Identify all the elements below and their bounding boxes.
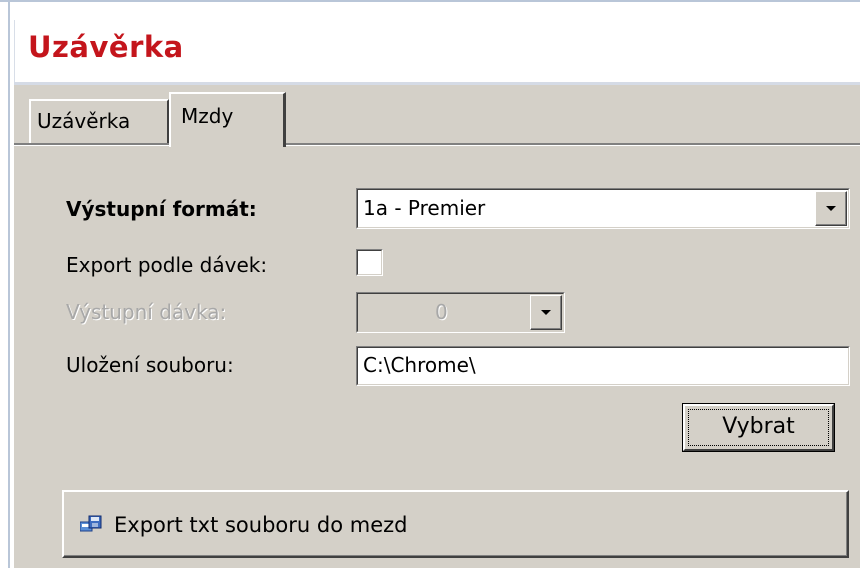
output-batch-value: 0 [435, 300, 448, 324]
output-batch-dropdown-button[interactable] [530, 295, 562, 330]
select-button[interactable]: Vybrat [682, 403, 835, 452]
window-frame: Uzávěrka Uzávěrka Mzdy Výstupní formát: … [0, 0, 860, 568]
output-format-label: Výstupní formát: [66, 197, 257, 221]
page-title: Uzávěrka [28, 30, 184, 64]
output-format-dropdown-button[interactable] [815, 191, 847, 226]
output-format-value: 1a - Premier [363, 196, 486, 220]
tab-panel-mzdy: Výstupní formát: 1a - Premier Export pod… [14, 146, 860, 568]
chevron-down-icon [826, 206, 836, 211]
window-top-border [0, 0, 860, 2]
file-location-input[interactable]: C:\Chrome\ [356, 346, 850, 386]
export-by-batches-checkbox[interactable] [356, 249, 383, 276]
export-floppy-icon [79, 514, 102, 534]
chevron-down-icon [541, 310, 551, 315]
window-left-border [8, 0, 10, 568]
output-format-select[interactable]: 1a - Premier [356, 188, 850, 229]
export-txt-button[interactable]: Export txt souboru do mezd [62, 490, 849, 558]
tab-mzdy[interactable]: Mzdy [169, 92, 286, 147]
output-batch-select[interactable]: 0 [356, 292, 565, 333]
file-location-label: Uložení souboru: [66, 353, 234, 377]
select-button-label: Vybrat [722, 414, 795, 439]
file-location-value: C:\Chrome\ [363, 353, 476, 377]
output-batch-label: Výstupní dávka: [66, 300, 227, 324]
export-by-batches-label: Export podle dávek: [66, 253, 268, 277]
tab-label: Mzdy [181, 104, 234, 128]
tab-uzaverka[interactable]: Uzávěrka [29, 99, 169, 143]
export-txt-button-label: Export txt souboru do mezd [114, 513, 408, 537]
tab-label: Uzávěrka [37, 109, 131, 133]
